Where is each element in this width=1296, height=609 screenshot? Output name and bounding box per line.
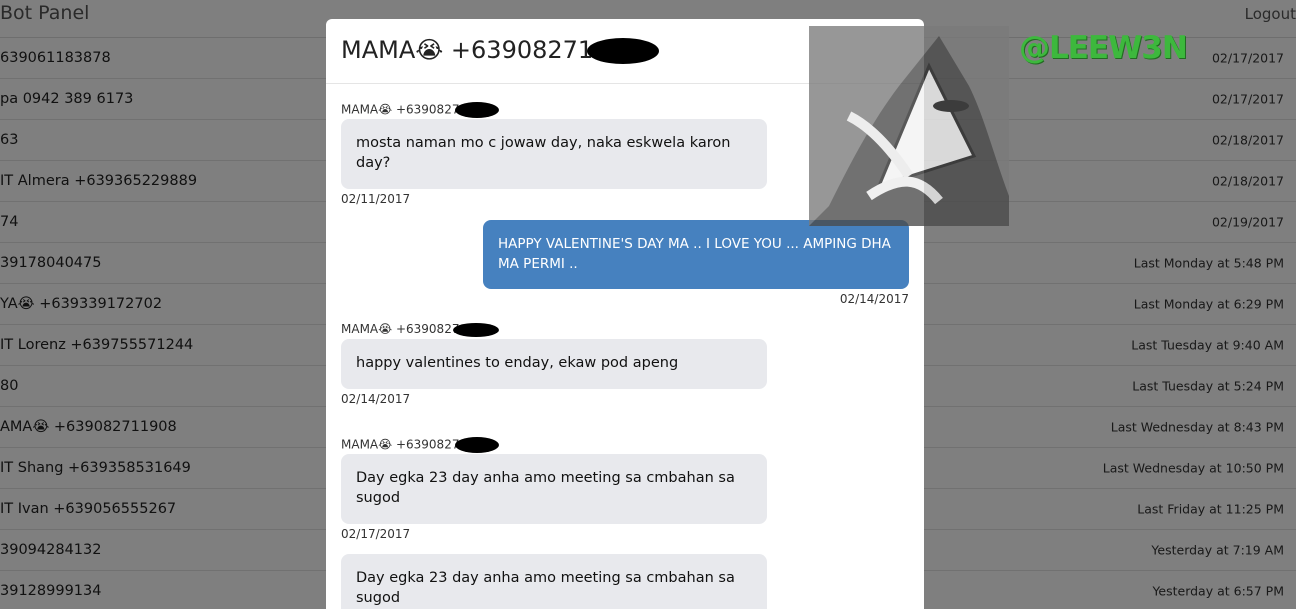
message-bubble-incoming: Day egka 23 day anha amo meeting sa cmba… xyxy=(341,554,767,609)
message-bubble-incoming: happy valentines to enday, ekaw pod apen… xyxy=(341,339,767,389)
watermark-text: @LEEW3N xyxy=(1019,30,1188,66)
message-bubble-incoming: mosta naman mo c jowaw day, naka eskwela… xyxy=(341,119,767,189)
modal-title: MAMA😭 +63908271 xyxy=(341,36,660,64)
modal-title-text: MAMA😭 +63908271 xyxy=(341,36,594,64)
watermark-artwork-icon xyxy=(809,26,1009,226)
watermark-image xyxy=(809,26,1009,226)
message-author: MAMA😭 +6390827 xyxy=(341,102,500,118)
redaction-mark xyxy=(455,437,500,453)
redaction-mark xyxy=(453,322,500,337)
message-author: MAMA😭 +6390827 xyxy=(341,322,500,337)
redaction-mark xyxy=(455,102,500,118)
message-bubble-outgoing: HAPPY VALENTINE'S DAY MA .. I LOVE YOU .… xyxy=(483,220,909,289)
message-date: 02/14/2017 xyxy=(341,392,411,406)
redaction-mark xyxy=(587,38,660,64)
message-date: 02/11/2017 xyxy=(341,192,411,206)
message-author: MAMA😭 +6390827 xyxy=(341,437,500,453)
message-bubble-incoming: Day egka 23 day anha amo meeting sa cmba… xyxy=(341,454,767,524)
message-date: 02/14/2017 xyxy=(839,292,909,306)
message-date: 02/17/2017 xyxy=(341,527,411,541)
